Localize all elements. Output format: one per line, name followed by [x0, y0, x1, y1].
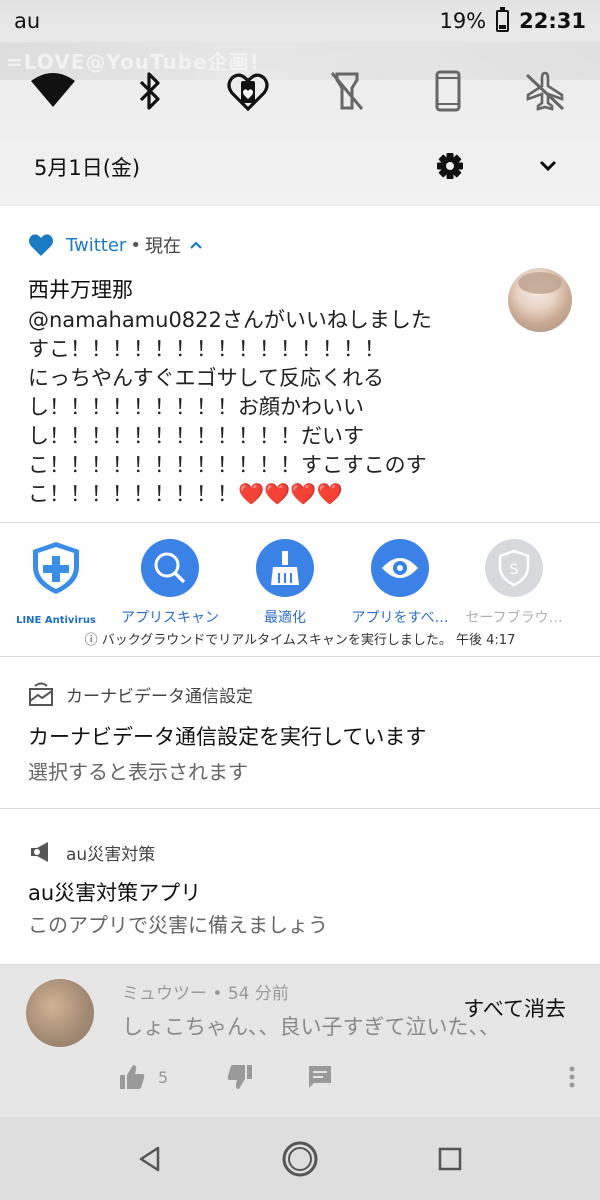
quick-settings-row [0, 66, 600, 122]
battery-percent: 19% [439, 9, 487, 33]
navigation-bar [0, 1117, 600, 1200]
thumbs-down-icon [227, 1065, 252, 1089]
antivirus-footer-text: ⓘ バックグラウンドでリアルタイムスキャンを実行しました。 午後 4:17 [84, 633, 516, 648]
date-label: 5月1日(金) [34, 156, 141, 180]
megaphone-icon [31, 842, 48, 862]
app-scan-button[interactable]: アプリスキャン [110, 539, 230, 627]
antivirus-notification: LINE Antivirus アプリスキャン 最適化 アプリをすべ… S セーフ… [0, 523, 600, 657]
au-title: au災害対策アプリ [28, 881, 202, 905]
comment-text: しょこちゃん、、良い子すぎて泣いた、、 [122, 1015, 500, 1039]
clock: 22:31 [519, 9, 586, 33]
broom-icon [256, 539, 314, 597]
like-count: 5 [158, 1068, 169, 1087]
optimize-label: 最適化 [264, 610, 306, 626]
date-row: 5月1日(金) [0, 140, 600, 190]
clear-all-button[interactable]: すべて消去 [463, 993, 566, 1023]
bluetooth-icon[interactable] [125, 66, 175, 116]
notification-time: 現在 [144, 236, 181, 257]
twitter-notification[interactable]: Twitter • 現在 西井万理那 @namahamu0822さんがいいねしま… [0, 206, 600, 523]
au-app-name: au災害対策 [66, 844, 156, 865]
notification-shade-header: =LOVE@YouTube企画! au 19% 22:31 5月1日(金) [0, 0, 600, 205]
antivirus-app-logo[interactable]: LINE Antivirus [0, 539, 116, 626]
battery-icon [496, 7, 510, 32]
status-bar: au 19% 22:31 [0, 0, 600, 40]
wifi-icon[interactable] [28, 66, 78, 116]
comment-actions: 5 [118, 1063, 588, 1093]
twitter-heart-icon [29, 234, 53, 256]
background-app-content: ミュウツー • 54 分前 しょこちゃん、、良い子すぎて泣いた、、 すべて消去 … [0, 965, 600, 1117]
safe-browsing-button[interactable]: S セーフブラウ… [454, 539, 574, 627]
au-subtitle: このアプリで災害に備えましょう [28, 913, 328, 937]
optimize-button[interactable]: 最適化 [225, 539, 345, 627]
heart-phone-icon[interactable] [223, 66, 273, 116]
avatar [508, 268, 572, 332]
twitter-app-name: Twitter [66, 234, 127, 256]
magnifier-icon [141, 539, 199, 597]
app-permissions-label: アプリをすべ… [351, 610, 449, 626]
commenter-avatar [26, 979, 94, 1047]
au-notification-header: au災害対策 [28, 839, 155, 865]
back-icon[interactable] [128, 1137, 172, 1181]
expand-chevron-down-icon[interactable] [530, 148, 566, 184]
car-navi-icon [29, 682, 53, 706]
carrier-label: au [14, 9, 41, 33]
carnavi-subtitle: 選択すると表示されます [28, 760, 248, 784]
carnavi-app-name: カーナビデータ通信設定 [66, 686, 253, 707]
line-antivirus-shield-icon [33, 542, 79, 594]
notification-title: 西井万理那 [28, 278, 133, 302]
more-options-icon [569, 1066, 575, 1088]
twitter-notification-header: Twitter • 現在 [28, 232, 203, 258]
safe-browsing-label: セーフブラウ… [465, 610, 563, 626]
eye-icon [371, 539, 429, 597]
safe-browsing-shield-icon: S [485, 539, 543, 597]
antivirus-actions-row: LINE Antivirus アプリスキャン 最適化 アプリをすべ… S セーフ… [0, 539, 600, 639]
carnavi-notification[interactable]: カーナビデータ通信設定 カーナビデータ通信設定を実行しています 選択すると表示さ… [0, 657, 600, 809]
app-scan-label: アプリスキャン [121, 610, 219, 626]
antivirus-app-label: LINE Antivirus [16, 615, 96, 626]
thumbs-up-icon [120, 1065, 145, 1089]
recent-apps-icon[interactable] [428, 1137, 472, 1181]
app-permissions-button[interactable]: アプリをすべ… [340, 539, 460, 627]
header-separator: • [130, 234, 141, 256]
settings-gear-icon[interactable] [432, 148, 468, 184]
phone-rotate-icon[interactable] [423, 66, 473, 116]
airplane-off-icon[interactable] [520, 66, 570, 116]
home-icon[interactable] [278, 1137, 322, 1181]
flashlight-off-icon[interactable] [322, 66, 372, 116]
carnavi-title: カーナビデータ通信設定を実行しています [28, 725, 427, 749]
au-disaster-notification[interactable]: au災害対策 au災害対策アプリ このアプリで災害に備えましょう [0, 809, 600, 965]
comment-meta: ミュウツー • 54 分前 [122, 984, 289, 1004]
svg-text:S: S [510, 562, 519, 578]
notification-body: @namahamu0822さんがいいねしました すこ！！！！！！！！！！！！！！… [28, 308, 432, 506]
collapse-chevron-up-icon[interactable] [189, 240, 203, 250]
carnavi-notification-header: カーナビデータ通信設定 [28, 681, 253, 707]
reply-comment-icon [309, 1066, 331, 1088]
